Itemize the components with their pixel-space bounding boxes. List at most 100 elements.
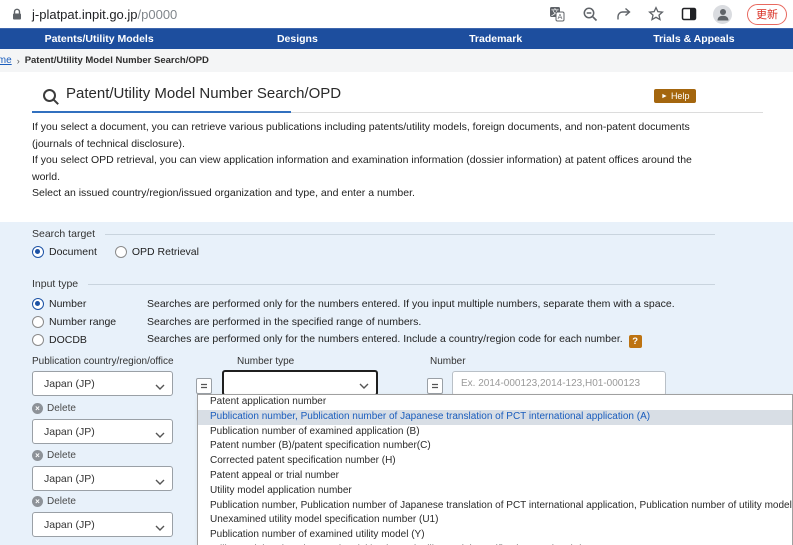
radio-docdb-label[interactable]: DOCDB (49, 334, 134, 346)
docdb-option-description: Searches are performed only for the numb… (147, 333, 642, 348)
dropdown-option[interactable]: Patent appeal or trial number (198, 469, 792, 484)
title-divider-accent (32, 111, 291, 113)
radio-number-range[interactable] (32, 316, 44, 328)
radio-document[interactable] (32, 246, 44, 258)
search-target-options: Document OPD Retrieval (32, 246, 199, 258)
radio-opd-retrieval-label[interactable]: OPD Retrieval (132, 246, 199, 258)
dropdown-option[interactable]: Publication number, Publication number o… (198, 499, 792, 514)
url-host: j-platpat.inpit.go.jp (32, 7, 138, 22)
radio-number-label[interactable]: Number (49, 298, 134, 310)
number-option-description: Searches are performed only for the numb… (147, 298, 675, 310)
description-line: Select an issued country/region/issued o… (32, 185, 692, 202)
nav-designs[interactable]: Designs (198, 29, 396, 50)
dropdown-option[interactable]: Publication number of examined utility m… (198, 528, 792, 543)
search-target-label: Search target (32, 228, 95, 240)
description-line: (journals of technical disclosure). (32, 136, 692, 153)
number-type-column-label: Number type (237, 356, 294, 367)
number-type-select-1[interactable] (222, 370, 378, 396)
breadcrumb-current: Patent/Utility Model Number Search/OPD (25, 55, 209, 66)
breadcrumb-home-link[interactable]: Home (0, 55, 12, 66)
section-rule (88, 284, 715, 285)
equals-icon (196, 378, 212, 394)
equals-icon (427, 378, 443, 394)
dropdown-option[interactable]: Unexamined utility model specification n… (198, 513, 792, 528)
country-select-4-value: Japan (JP) (44, 519, 95, 531)
profile-avatar[interactable] (713, 5, 732, 24)
country-select-1-value: Japan (JP) (44, 378, 95, 390)
chrome-toolbar: 文A 更新 (548, 4, 793, 25)
input-type-row-number-range: Number range Searches are performed in t… (32, 313, 772, 331)
input-type-options: Number Searches are performed only for t… (32, 295, 772, 349)
docdb-help-icon[interactable]: ? (629, 335, 642, 348)
translate-icon[interactable]: 文A (548, 5, 566, 23)
radio-document-label[interactable]: Document (49, 246, 97, 258)
delete-circle-icon: × (32, 496, 43, 507)
chevron-down-icon (359, 380, 369, 392)
side-panel-icon[interactable] (680, 5, 698, 23)
radio-number[interactable] (32, 298, 44, 310)
country-column-label: Publication country/region/office (32, 356, 174, 367)
help-arrow-icon: ► (661, 93, 668, 100)
description-line: If you select OPD retrieval, you can vie… (32, 152, 692, 169)
nav-trademark[interactable]: Trademark (397, 29, 595, 50)
address-bar[interactable]: j-platpat.inpit.go.jp/p0000 (10, 7, 548, 22)
browser-chrome: j-platpat.inpit.go.jp/p0000 文A 更新 (0, 0, 793, 29)
country-select-3[interactable]: Japan (JP) (32, 466, 173, 491)
delete-label: Delete (47, 403, 76, 414)
breadcrumb: Home › Patent/Utility Model Number Searc… (0, 49, 793, 72)
input-type-row-number: Number Searches are performed only for t… (32, 295, 772, 313)
chevron-down-icon (155, 381, 165, 393)
dropdown-option[interactable]: Utility model application number (198, 484, 792, 499)
dropdown-option[interactable]: Patent application number (198, 395, 792, 410)
radio-number-range-label[interactable]: Number range (49, 316, 134, 328)
page-description: If you select a document, you can retrie… (32, 119, 692, 202)
chevron-down-icon (155, 429, 165, 441)
dropdown-option[interactable]: Publication number of examined applicati… (198, 425, 792, 440)
dropdown-option[interactable]: Patent number (B)/patent specification n… (198, 439, 792, 454)
share-icon[interactable] (614, 5, 632, 23)
delete-row-button[interactable]: × Delete (32, 403, 76, 414)
zoom-out-icon[interactable] (581, 5, 599, 23)
dropdown-option-selected[interactable]: Publication number, Publication number o… (198, 410, 792, 425)
input-type-row-docdb: DOCDB Searches are performed only for th… (32, 331, 772, 349)
update-button[interactable]: 更新 (747, 4, 787, 25)
nav-patents-utility-models[interactable]: Patents/Utility Models (0, 29, 198, 50)
section-rule (105, 234, 715, 235)
main-nav: Patents/Utility Models Designs Trademark… (0, 28, 793, 50)
breadcrumb-separator: › (17, 56, 20, 66)
screen: j-platpat.inpit.go.jp/p0000 文A 更新 (0, 0, 793, 545)
delete-row-button[interactable]: × Delete (32, 450, 76, 461)
radio-docdb[interactable] (32, 334, 44, 346)
delete-label: Delete (47, 496, 76, 507)
delete-row-button[interactable]: × Delete (32, 496, 76, 507)
help-button-label: Help (671, 91, 690, 101)
country-select-4[interactable]: Japan (JP) (32, 512, 173, 537)
delete-circle-icon: × (32, 450, 43, 461)
nav-trials-appeals[interactable]: Trials & Appeals (595, 29, 793, 50)
country-select-1[interactable]: Japan (JP) (32, 371, 173, 396)
radio-opd-retrieval[interactable] (115, 246, 127, 258)
number-input-1[interactable] (452, 371, 666, 396)
chevron-down-icon (155, 522, 165, 534)
number-range-option-description: Searches are performed in the specified … (147, 316, 421, 328)
svg-text:A: A (558, 14, 563, 21)
search-icon (42, 88, 60, 111)
bookmark-star-icon[interactable] (647, 5, 665, 23)
url-text[interactable]: j-platpat.inpit.go.jp/p0000 (32, 7, 177, 22)
country-select-3-value: Japan (JP) (44, 473, 95, 485)
page-title: Patent/Utility Model Number Search/OPD (66, 85, 341, 102)
chevron-down-icon (155, 476, 165, 488)
description-line: If you select a document, you can retrie… (32, 119, 692, 136)
input-type-label: Input type (32, 278, 78, 290)
delete-circle-icon: × (32, 403, 43, 414)
search-target-section-header: Search target (32, 228, 715, 240)
input-type-section-header: Input type (32, 278, 715, 290)
lock-icon[interactable] (10, 7, 24, 22)
delete-label: Delete (47, 450, 76, 461)
number-column-label: Number (430, 356, 466, 367)
country-select-2[interactable]: Japan (JP) (32, 419, 173, 444)
dropdown-option[interactable]: Corrected patent specification number (H… (198, 454, 792, 469)
help-button[interactable]: ► Help (654, 89, 696, 103)
country-select-2-value: Japan (JP) (44, 426, 95, 438)
number-type-dropdown: Patent application number Publication nu… (197, 394, 793, 545)
